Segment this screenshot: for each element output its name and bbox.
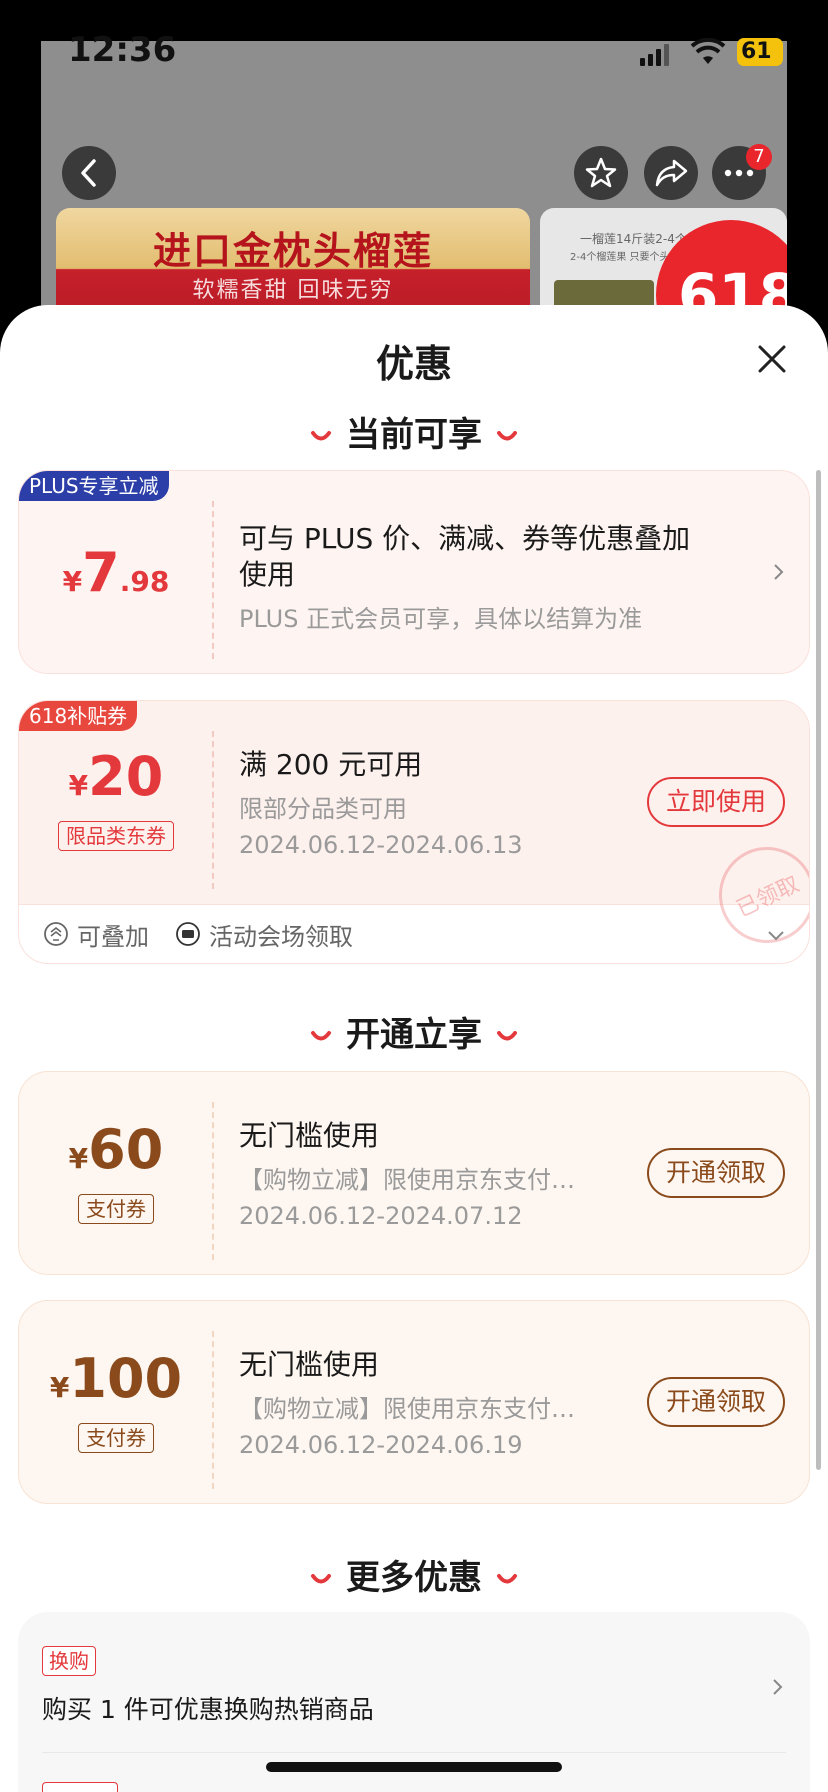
- thumbnail-caption: 一榴莲14斤装2-4个: [580, 232, 687, 246]
- coupon-618-price: ¥20: [19, 745, 213, 808]
- more-dots-icon: [724, 169, 754, 177]
- chevron-left-icon: [81, 159, 96, 187]
- section-open: 开通立享: [0, 1007, 828, 1056]
- pay-coupon-card: ¥60 支付券 无门槛使用 【购物立减】限使用京东支付… 2024.06.12-…: [18, 1071, 810, 1275]
- smile-deco-icon: [311, 1573, 331, 1583]
- row-divider: [42, 1752, 786, 1753]
- favorite-button[interactable]: [574, 146, 628, 200]
- plus-price: ¥7.98: [19, 541, 213, 604]
- chevron-down-icon[interactable]: [767, 926, 785, 944]
- plus-tag: PLUS专享立减: [19, 471, 169, 501]
- price-value: 100: [69, 1347, 183, 1410]
- smile-deco-icon: [311, 430, 331, 440]
- section-more-title: 更多优惠: [346, 1558, 482, 1598]
- next-tag-partial: [42, 1782, 118, 1792]
- product-banner[interactable]: 进口金枕头榴莲 软糯香甜 回味无穷: [56, 208, 530, 318]
- scrollbar[interactable]: [816, 470, 821, 1470]
- pay-coupon-title: 无门槛使用: [239, 1348, 380, 1381]
- pay-coupon-desc: 【购物立减】限使用京东支付…: [239, 1166, 575, 1194]
- currency-symbol: ¥: [62, 565, 83, 598]
- battery-indicator: 61: [737, 38, 783, 66]
- wifi-icon: [690, 38, 726, 64]
- stackable-icon: [44, 922, 68, 946]
- coupon-618-card: 618补贴券 ¥20 限品类东券 满 200 元可用 限部分品类可用 2024.…: [18, 700, 810, 964]
- plus-line1-cont: 使用: [239, 558, 296, 591]
- section-open-title: 开通立享: [346, 1015, 482, 1055]
- pay-coupon-title: 无门槛使用: [239, 1119, 380, 1152]
- category-coupon-label: 限品类东券: [58, 821, 174, 851]
- smile-deco-icon: [497, 1573, 517, 1583]
- close-icon[interactable]: [754, 341, 790, 377]
- status-time: 12:36: [68, 30, 177, 70]
- plus-line2: PLUS 正式会员可享，具体以结算为准: [239, 605, 643, 633]
- ticket-icon: [176, 922, 200, 946]
- card-divider: [212, 731, 214, 889]
- claim-source-label: 活动会场领取: [209, 923, 353, 951]
- notification-badge: 7: [746, 144, 772, 170]
- trade-in-text: 购买 1 件可优惠换购热销商品: [42, 1695, 374, 1724]
- activate-claim-button[interactable]: 开通领取: [647, 1148, 785, 1198]
- pay-coupon-price: ¥60: [19, 1118, 213, 1181]
- chevron-right-icon: [774, 564, 784, 580]
- stackable-label: 可叠加: [77, 923, 149, 951]
- currency-symbol: ¥: [49, 1371, 70, 1404]
- pay-coupon-date: 2024.06.12-2024.06.19: [239, 1431, 523, 1459]
- price-integer: 7: [82, 541, 120, 604]
- back-button[interactable]: [62, 146, 116, 200]
- banner-title: 进口金枕头榴莲: [152, 229, 433, 273]
- phone-screen: 进口金枕头榴莲 软糯香甜 回味无穷 一榴莲14斤装2-4个 2-4个榴莲果 只要…: [0, 0, 828, 1792]
- pay-coupon-card: ¥100 支付券 无门槛使用 【购物立减】限使用京东支付… 2024.06.12…: [18, 1300, 810, 1504]
- price-decimal: .98: [119, 565, 170, 598]
- pay-coupon-desc: 【购物立减】限使用京东支付…: [239, 1395, 575, 1423]
- pay-coupon-subtag: 支付券: [19, 1423, 213, 1453]
- smile-deco-icon: [497, 430, 517, 440]
- coupon-618-subtag: 限品类东券: [19, 821, 213, 851]
- smile-deco-icon: [497, 1030, 517, 1040]
- star-icon: [585, 157, 617, 188]
- price-value: 20: [88, 745, 164, 808]
- currency-symbol: ¥: [68, 1142, 89, 1175]
- banner-subtitle: 软糯香甜 回味无穷: [192, 278, 394, 303]
- share-button[interactable]: [644, 146, 698, 200]
- card-divider: [212, 1102, 214, 1260]
- discount-sheet: 优惠 当前可享 PLUS专享立减 ¥7.98 可与 PLUS 价、满减、券等优惠…: [0, 305, 828, 1792]
- pay-coupon-label: 支付券: [78, 1194, 154, 1224]
- chevron-right-icon: [773, 1679, 783, 1695]
- trade-in-tag: 换购: [42, 1646, 96, 1676]
- currency-symbol: ¥: [68, 769, 89, 802]
- section-current: 当前可享: [0, 407, 828, 456]
- pay-coupon-price: ¥100: [19, 1347, 213, 1410]
- use-now-button[interactable]: 立即使用: [647, 777, 785, 827]
- signal-icon: [640, 44, 669, 66]
- coupon-618-date: 2024.06.12-2024.06.13: [239, 831, 523, 859]
- pay-coupon-subtag: 支付券: [19, 1194, 213, 1224]
- card-divider: [212, 1331, 214, 1489]
- plus-discount-card[interactable]: PLUS专享立减 ¥7.98 可与 PLUS 价、满减、券等优惠叠加 使用 PL…: [18, 470, 810, 674]
- pay-coupon-date: 2024.06.12-2024.07.12: [239, 1202, 523, 1230]
- coupon-618-title: 满 200 元可用: [239, 748, 423, 781]
- price-value: 60: [88, 1118, 164, 1181]
- section-more: 更多优惠: [0, 1550, 828, 1599]
- smile-deco-icon: [311, 1030, 331, 1040]
- sheet-title: 优惠: [375, 342, 452, 386]
- share-icon: [655, 159, 688, 187]
- card-divider: [212, 501, 214, 659]
- coupon-618-tag: 618补贴券: [19, 701, 138, 731]
- home-indicator[interactable]: [266, 1762, 562, 1772]
- section-current-title: 当前可享: [346, 415, 482, 455]
- pay-coupon-label: 支付券: [78, 1423, 154, 1453]
- coupon-618-desc: 限部分品类可用: [239, 795, 407, 823]
- activate-claim-button[interactable]: 开通领取: [647, 1377, 785, 1427]
- plus-line1: 可与 PLUS 价、满减、券等优惠叠加: [239, 522, 691, 555]
